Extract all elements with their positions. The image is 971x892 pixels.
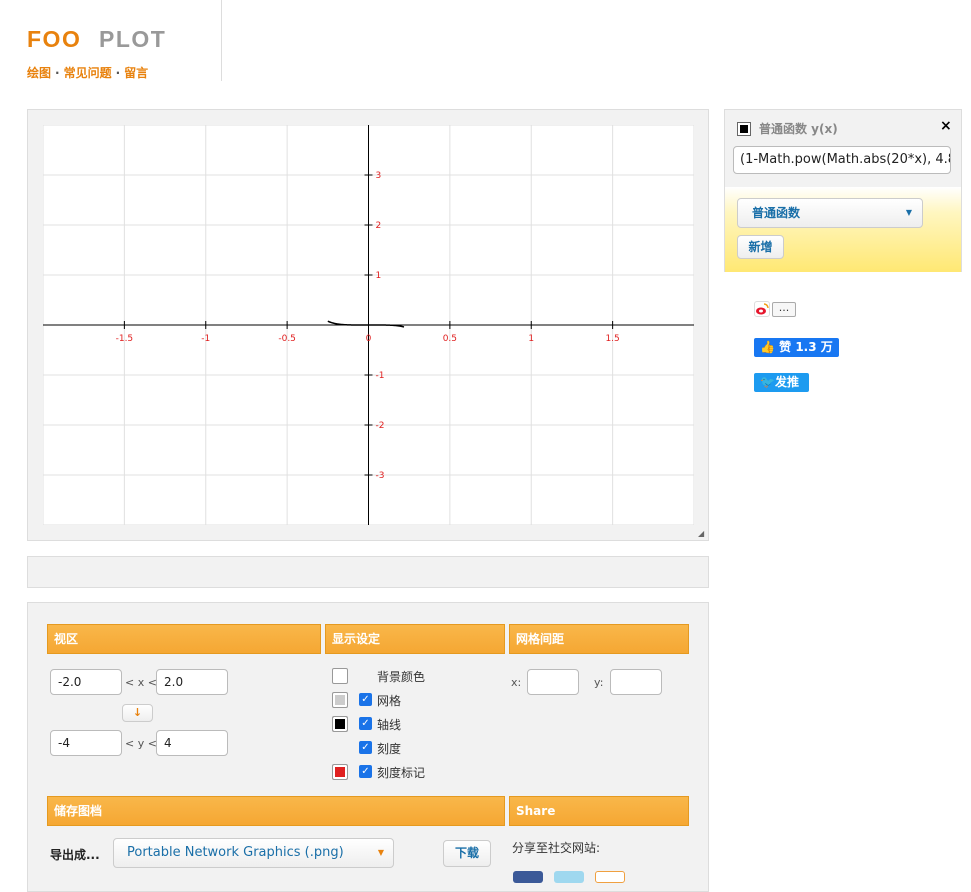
download-button[interactable]: 下载 — [443, 840, 491, 867]
function-curve — [327, 320, 405, 328]
close-icon[interactable]: × — [940, 118, 952, 134]
grid-y-label: y: — [594, 676, 604, 689]
x-tick-label: 1 — [528, 334, 534, 344]
ymax-input[interactable]: 4 — [156, 730, 228, 756]
y-tick-label: 3 — [376, 171, 382, 181]
grid-x-label: x: — [511, 676, 522, 689]
chevron-down-icon: ▼ — [905, 208, 912, 217]
header-divider — [221, 0, 222, 81]
y-range-label: < y < — [125, 737, 157, 750]
export-format-select[interactable]: Portable Network Graphics (.png) ▼ — [113, 838, 394, 868]
checkbox-1[interactable]: ✓ — [359, 693, 372, 706]
plot-container: -1.5 -1 -0.5 0 0.5 1 1.5 3 2 1 -1 -2 -3 ◢ — [27, 109, 709, 541]
display-option-label: 刻度 — [377, 742, 402, 756]
x-tick-label: -1.5 — [116, 334, 134, 344]
tweet-button[interactable]: 🐦发推 — [754, 373, 809, 392]
facebook-like-button[interactable]: 👍 赞 1.3 万 — [754, 338, 839, 357]
checkbox-4[interactable]: ✓ — [359, 765, 372, 778]
display-option-label: 背景颜色 — [377, 670, 426, 684]
facebook-share-icon[interactable] — [513, 871, 543, 883]
arrow-down-icon: ↓ — [132, 706, 143, 719]
more-share-button[interactable]: ... — [772, 302, 796, 317]
rss-share-icon[interactable] — [595, 871, 625, 883]
display-option-label: 网格 — [377, 694, 402, 708]
display-section-title: 显示设定 — [325, 624, 505, 654]
twitter-icon: 🐦 — [760, 375, 775, 389]
x-tick-label: -0.5 — [278, 334, 296, 344]
color-swatch-0[interactable] — [332, 668, 348, 684]
plot-svg[interactable]: -1.5 -1 -0.5 0 0.5 1 1.5 3 2 1 -1 -2 -3 — [42, 124, 695, 526]
grid-y-input[interactable] — [610, 669, 662, 695]
x-tick-label: 1.5 — [605, 334, 619, 344]
x-tick-label: 0.5 — [443, 334, 457, 344]
function-color-swatch[interactable] — [737, 122, 751, 136]
function-type-area: 普通函数 ▼ 新增 — [725, 187, 961, 272]
y-tick-label: -3 — [376, 471, 385, 481]
like-count: 赞 1.3 万 — [779, 340, 833, 354]
function-expression-input[interactable]: (1-Math.pow(Math.abs(20*x), 4.8 — [733, 146, 951, 174]
share-label: 分享至社交网站: — [512, 841, 601, 855]
color-swatch-4[interactable] — [332, 764, 348, 780]
nav-faq-link[interactable]: 常见问题 — [64, 66, 112, 80]
chevron-down-icon: ▼ — [377, 848, 384, 857]
nav-guestbook-link[interactable]: 留言 — [124, 66, 148, 80]
plot-canvas[interactable]: -1.5 -1 -0.5 0 0.5 1 1.5 3 2 1 -1 -2 -3 — [42, 124, 695, 526]
x-tick-label: 0 — [366, 334, 372, 344]
share-section-title: Share — [509, 796, 689, 826]
nav-plot-link[interactable]: 绘图 — [27, 66, 51, 80]
swap-axes-button[interactable]: ↓ — [122, 704, 153, 722]
twitter-share-icon[interactable] — [554, 871, 584, 883]
fooplot-logo[interactable]: FOO PLOT — [27, 26, 197, 53]
color-swatch-1[interactable] — [332, 692, 348, 708]
checkbox-2[interactable]: ✓ — [359, 717, 372, 730]
display-option-label: 刻度标记 — [377, 766, 426, 780]
y-tick-label: 1 — [376, 271, 382, 281]
save-section-title: 储存图档 — [47, 796, 505, 826]
logo-text-plot: PLOT — [99, 27, 166, 52]
function-type-select[interactable]: 普通函数 ▼ — [737, 198, 923, 228]
xmin-input[interactable]: -2.0 — [50, 669, 122, 695]
y-tick-label: 2 — [376, 221, 382, 231]
grid-x-input[interactable] — [527, 669, 579, 695]
function-type-label: 普通函数 — [752, 206, 801, 220]
color-swatch-2[interactable] — [332, 716, 348, 732]
ymin-input[interactable]: -4 — [50, 730, 122, 756]
export-label: 导出成... — [50, 848, 100, 862]
status-bar — [27, 556, 709, 588]
function-title: 普通函数 y(x) — [759, 122, 838, 136]
logo-text-foo: FOO — [27, 27, 81, 52]
checkbox-3[interactable]: ✓ — [359, 741, 372, 754]
y-tick-label: -2 — [376, 421, 385, 431]
tweet-label: 发推 — [774, 375, 799, 389]
y-tick-label: -1 — [376, 371, 385, 381]
x-range-label: < x < — [125, 676, 157, 689]
display-option-label: 轴线 — [377, 718, 402, 732]
header-nav: 绘图 · 常见问题 · 留言 — [27, 64, 148, 81]
settings-panel: 视区 显示设定 网格间距 -2.0 < x < 2.0 ↓ -4 < y < 4… — [27, 602, 709, 892]
function-panel: 普通函数 y(x) × (1-Math.pow(Math.abs(20*x), … — [724, 109, 962, 272]
x-tick-label: -1 — [201, 334, 210, 344]
nav-separator: · — [115, 66, 121, 80]
xmax-input[interactable]: 2.0 — [156, 669, 228, 695]
nav-separator: · — [55, 66, 60, 80]
export-format-label: Portable Network Graphics (.png) — [127, 845, 344, 860]
add-function-button[interactable]: 新增 — [737, 235, 784, 259]
weibo-icon[interactable] — [754, 301, 770, 317]
thumbs-up-icon: 👍 — [760, 340, 775, 354]
viewport-section-title: 视区 — [47, 624, 321, 654]
resize-handle[interactable]: ◢ — [698, 530, 706, 538]
grid-spacing-section-title: 网格间距 — [509, 624, 689, 654]
